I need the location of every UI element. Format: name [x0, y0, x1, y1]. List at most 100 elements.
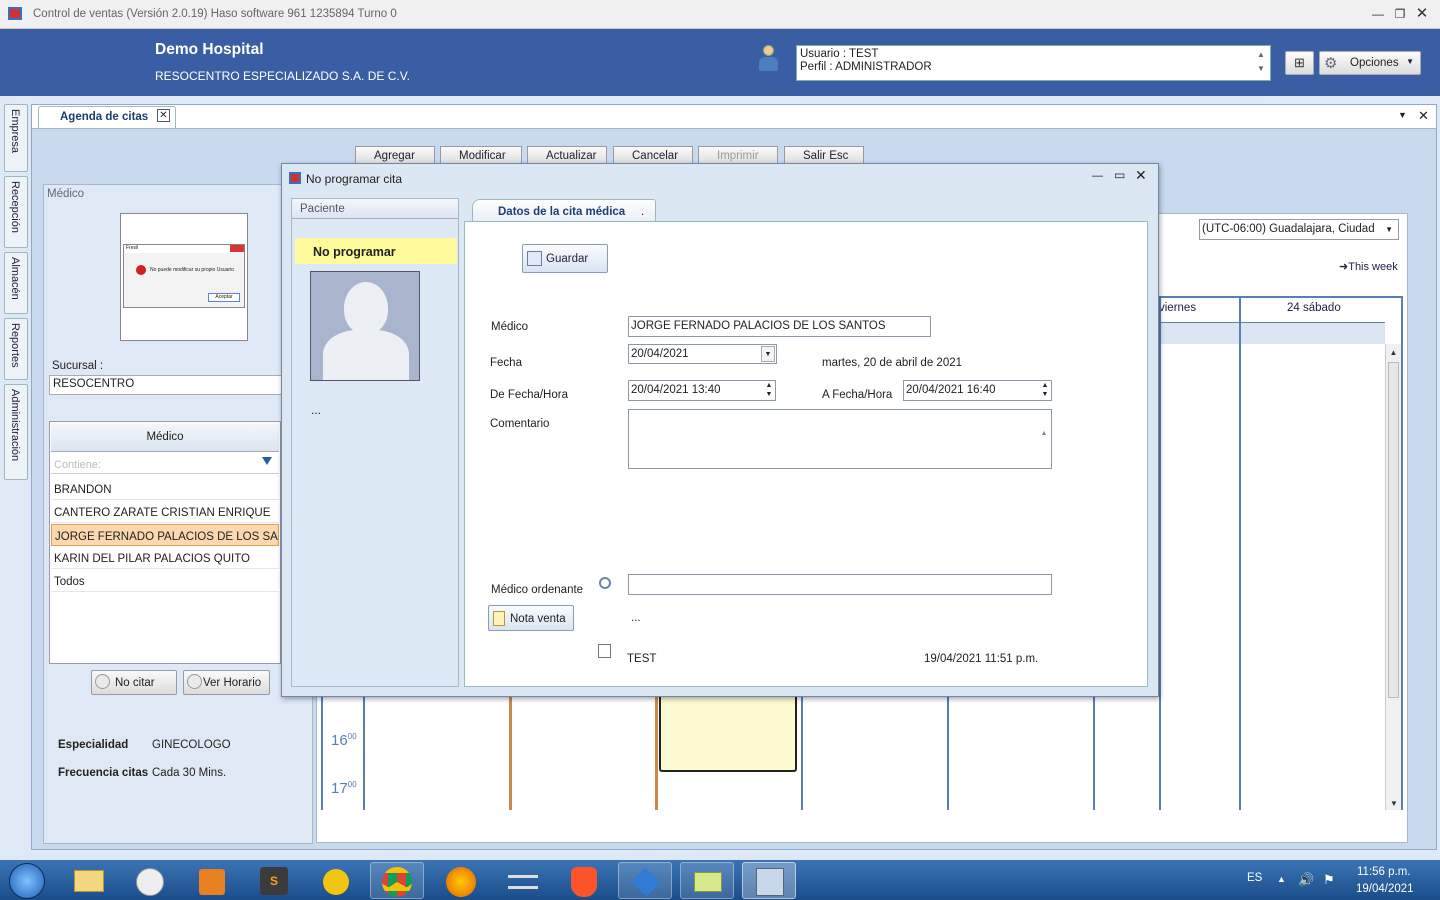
options-button[interactable]: ⚙ Opciones ▼: [1319, 51, 1421, 75]
grid-view-button[interactable]: ⊞: [1285, 51, 1314, 75]
doctor-thumbnail: Fresil No puede modificar su propio Usua…: [120, 213, 248, 341]
filter-input[interactable]: Contiene:: [51, 454, 279, 474]
taskbar-notes-icon[interactable]: [496, 862, 550, 899]
window-title: Control de ventas (Versión 2.0.19) Haso …: [33, 8, 397, 20]
section-title: Médico: [47, 188, 85, 200]
gear-icon: ⚙: [1324, 55, 1338, 72]
modificar-button[interactable]: Modificar: [440, 146, 522, 164]
taskbar-app-icon[interactable]: [310, 862, 364, 899]
fecha-label: Fecha: [490, 357, 522, 369]
actualizar-button[interactable]: Actualizar: [527, 146, 607, 164]
medico-ordenante-label: Médico ordenante: [491, 584, 584, 596]
user-line: Usuario : TEST: [800, 48, 879, 60]
spinner-icon: ▲ ▼: [765, 382, 773, 398]
tabstrip-menu-icon[interactable]: ▼: [1398, 110, 1407, 120]
nota-dots: ...: [631, 612, 641, 624]
tabstrip: [32, 105, 1436, 129]
tabstrip-close-icon[interactable]: ✕: [1418, 108, 1429, 124]
sidetab-administracion[interactable]: Administración: [4, 384, 28, 480]
tab-close-icon[interactable]: ✕: [157, 109, 170, 122]
sidetab-almacen[interactable]: Almacén: [4, 252, 28, 314]
taskbar-folder-icon[interactable]: [680, 862, 734, 899]
no-citar-button[interactable]: No citar: [91, 670, 177, 695]
list-item[interactable]: CANTERO ZARATE CRISTIAN ENRIQUE: [51, 501, 279, 523]
taskbar-active-app-icon[interactable]: [742, 862, 796, 899]
user-avatar-icon: [758, 45, 778, 73]
sucursal-label: Sucursal :: [52, 360, 104, 372]
clock-date[interactable]: 19/04/2021: [1356, 883, 1414, 895]
app-titlebar: Control de ventas (Versión 2.0.19) Haso …: [0, 0, 1440, 29]
spinner-icon: ▲ ▼: [1041, 382, 1049, 398]
a-fecha-field[interactable]: 20/04/2021 16:40 ▲ ▼: [903, 380, 1052, 401]
taskbar-brave-icon[interactable]: [558, 862, 612, 899]
list-item-selected[interactable]: JORGE FERNADO PALACIOS DE LOS SANT...: [51, 524, 279, 546]
patient-photo-placeholder: [310, 271, 420, 381]
tray-expand-icon[interactable]: ▲: [1277, 874, 1286, 884]
dialog-maximize-button[interactable]: ▭: [1114, 168, 1125, 182]
day-header-sabado: 24 sábado: [1287, 302, 1341, 314]
side-tabs: Empresa Recepción Almacén Reportes Admin…: [4, 104, 28, 480]
scroll-arrows[interactable]: ▲ ▼: [1254, 48, 1268, 78]
guardar-button[interactable]: Guardar: [522, 244, 608, 273]
company-name: RESOCENTRO ESPECIALIZADO S.A. DE C.V.: [155, 69, 410, 83]
medico-ordenante-field[interactable]: [628, 574, 1052, 595]
ver-horario-button[interactable]: Ver Horario: [183, 670, 270, 695]
appointment-block[interactable]: [659, 694, 797, 772]
created-timestamp: 19/04/2021 11:51 p.m.: [924, 653, 1039, 665]
especialidad-label: Especialidad: [58, 739, 129, 751]
nota-venta-button[interactable]: Nota venta: [488, 605, 574, 631]
imprimir-button[interactable]: Imprimir: [698, 146, 778, 164]
taskbar-explorer-icon[interactable]: [62, 862, 116, 899]
sidetab-empresa[interactable]: Empresa: [4, 104, 28, 172]
clock-icon: [187, 674, 202, 689]
medico-list-header: Médico: [51, 423, 279, 452]
taskbar-app2-icon[interactable]: [618, 862, 672, 899]
search-icon[interactable]: [599, 577, 611, 589]
paciente-panel: Paciente No programar ...: [291, 198, 459, 687]
paciente-header: Paciente: [292, 199, 458, 219]
fecha-picker[interactable]: 20/04/2021 ▼: [628, 344, 777, 364]
scroll-arrows: ▲▼: [1040, 430, 1048, 437]
sidetab-recepcion[interactable]: Recepción: [4, 176, 28, 248]
timezone-select[interactable]: (UTC-06:00) Guadalajara, Ciudad ▼: [1199, 219, 1399, 240]
taskbar-paint-icon[interactable]: [124, 862, 178, 899]
taskbar-chrome-icon[interactable]: [370, 862, 424, 899]
list-item[interactable]: BRANDON: [51, 478, 279, 500]
clock-time[interactable]: 11:56 p.m.: [1357, 866, 1411, 878]
comentario-textarea[interactable]: ▲▼: [628, 409, 1052, 469]
calendar-scrollbar[interactable]: ▲ ▼: [1385, 344, 1401, 810]
calendar-icon: [95, 674, 110, 689]
a-fecha-label: A Fecha/Hora: [822, 389, 893, 401]
de-fecha-field[interactable]: 20/04/2021 13:40 ▲ ▼: [628, 380, 776, 401]
sidetab-reportes[interactable]: Reportes: [4, 318, 28, 380]
no-programar-dialog: No programar cita — ▭ ✕ Paciente No prog…: [281, 163, 1159, 697]
tab-datos-cita[interactable]: Datos de la cita médica .: [472, 199, 656, 222]
list-item[interactable]: KARIN DEL PILAR PALACIOS QUITO: [51, 547, 279, 569]
status-banner: No programar: [295, 238, 457, 264]
taskbar-sublime-icon[interactable]: S: [248, 862, 302, 899]
dialog-close-button[interactable]: ✕: [1135, 167, 1147, 184]
minimize-button[interactable]: —: [1368, 5, 1388, 23]
this-week-link[interactable]: ➜This week: [1339, 260, 1398, 273]
taskbar-firefox-icon[interactable]: [434, 862, 488, 899]
list-item[interactable]: Todos: [51, 570, 279, 592]
start-button[interactable]: [9, 863, 45, 899]
close-button[interactable]: ✕: [1412, 5, 1432, 23]
taskbar-media-icon[interactable]: [186, 862, 240, 899]
user-info-box: Usuario : TEST Perfil : ADMINISTRADOR ▲ ▼: [796, 45, 1271, 81]
action-center-icon[interactable]: ⚑: [1323, 872, 1335, 888]
especialidad-value: GINECOLOGO: [152, 739, 231, 751]
agregar-button[interactable]: Agregar: [355, 146, 435, 164]
filter-icon[interactable]: [262, 457, 272, 465]
restore-button[interactable]: ❐: [1390, 5, 1410, 23]
chevron-down-icon: ▼: [1406, 57, 1414, 66]
language-indicator[interactable]: ES: [1247, 872, 1262, 884]
tab-agenda-citas[interactable]: Agenda de citas ✕: [38, 106, 176, 128]
sucursal-input[interactable]: RESOCENTRO: [49, 375, 287, 395]
cancelar-button[interactable]: Cancelar: [613, 146, 693, 164]
salir-button[interactable]: Salir Esc: [784, 146, 864, 164]
dialog-minimize-button[interactable]: —: [1092, 170, 1103, 182]
medico-field[interactable]: JORGE FERNADO PALACIOS DE LOS SANTOS: [628, 316, 931, 337]
dialog-icon: [289, 172, 301, 184]
volume-icon[interactable]: 🔊: [1298, 872, 1314, 888]
